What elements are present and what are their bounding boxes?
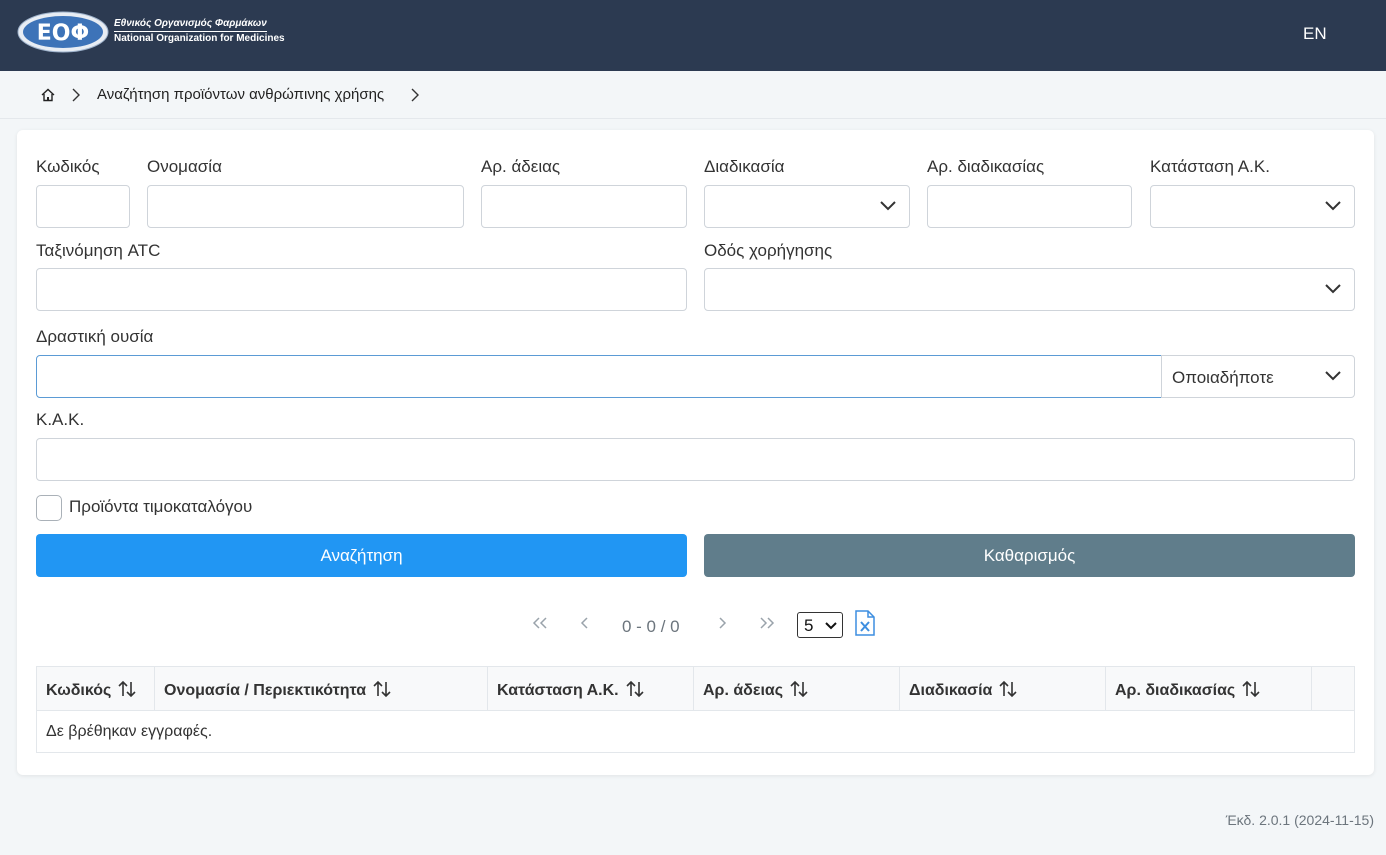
eof-logo[interactable]: ΕΟΦ <box>17 11 109 53</box>
substance-match-select[interactable]: Οποιαδήποτε <box>1161 355 1355 398</box>
ma-status-select[interactable] <box>1150 185 1355 228</box>
column-header-procedure[interactable]: Διαδικασία <box>900 667 1106 711</box>
mah-input-box[interactable] <box>37 439 1354 480</box>
substance-match-value: Οποιαδήποτε <box>1172 368 1274 387</box>
code-input-box[interactable] <box>37 186 129 227</box>
atc-input[interactable] <box>36 268 687 311</box>
page-size-value: 5 <box>804 616 814 635</box>
code-label: Κωδικός <box>36 157 100 176</box>
top-bar: ΕΟΦ Εθνικός Οργανισμός Φαρμάκων National… <box>0 0 1386 71</box>
procedure-label: Διαδικασία <box>704 157 785 176</box>
procedure-number-input-box[interactable] <box>928 186 1131 227</box>
sort-icon <box>626 680 644 698</box>
version-text: Έκδ. 2.0.1 (2024-11-15) <box>1225 812 1374 828</box>
chevron-down-icon <box>825 622 837 630</box>
excel-export-icon[interactable] <box>855 610 875 636</box>
name-input-box[interactable] <box>148 186 463 227</box>
atc-input-box[interactable] <box>37 269 686 310</box>
mah-label: Κ.Α.Κ. <box>36 410 85 429</box>
previous-page-icon[interactable] <box>576 616 594 630</box>
atc-label: Ταξινόμηση ATC <box>36 241 161 260</box>
sort-icon <box>790 680 808 698</box>
chevron-down-icon <box>1325 371 1341 381</box>
first-page-icon[interactable] <box>531 616 549 630</box>
procedure-number-label: Αρ. διαδικασίας <box>927 157 1045 176</box>
license-number-label: Αρ. άδειας <box>481 157 561 176</box>
active-substance-input-box[interactable] <box>37 356 1161 397</box>
org-name-greek: Εθνικός Οργανισμός Φαρμάκων <box>114 17 267 32</box>
name-label: Ονομασία <box>147 157 222 176</box>
last-page-icon[interactable] <box>758 616 776 630</box>
active-substance-input[interactable] <box>36 355 1162 398</box>
breadcrumb-current[interactable]: Αναζήτηση προϊόντων ανθρώπινης χρήσης <box>97 86 384 103</box>
name-input[interactable] <box>147 185 464 228</box>
chevron-right-icon <box>411 88 419 102</box>
sort-icon <box>1242 680 1260 698</box>
chevron-down-icon <box>880 201 896 211</box>
route-select[interactable] <box>704 268 1355 311</box>
breadcrumb: Αναζήτηση προϊόντων ανθρώπινης χρήσης <box>0 71 1386 119</box>
column-header-procedure-number[interactable]: Αρ. διαδικασίας <box>1106 667 1312 711</box>
procedure-select[interactable] <box>704 185 910 228</box>
sort-icon <box>118 680 136 698</box>
license-number-input[interactable] <box>481 185 687 228</box>
search-button[interactable]: Αναζήτηση <box>36 534 687 577</box>
home-icon[interactable] <box>40 87 56 103</box>
results-table: Κωδικός Ονομασία / Περιεκτικότητα Κατάστ… <box>36 666 1355 753</box>
procedure-number-input[interactable] <box>927 185 1132 228</box>
price-list-checkbox[interactable] <box>36 495 62 521</box>
column-header-name[interactable]: Ονομασία / Περιεκτικότητα <box>155 667 488 711</box>
chevron-down-icon <box>1325 284 1341 294</box>
pager-range: 0 - 0 / 0 <box>622 617 680 636</box>
sort-icon <box>373 680 391 698</box>
chevron-down-icon <box>1325 201 1341 211</box>
clear-button[interactable]: Καθαρισμός <box>704 534 1355 577</box>
logo-letters: ΕΟΦ <box>37 21 89 46</box>
empty-message: Δε βρέθηκαν εγγραφές. <box>46 723 213 740</box>
license-number-input-box[interactable] <box>482 186 686 227</box>
route-label: Οδός χορήγησης <box>704 241 833 260</box>
column-header-ma-status[interactable]: Κατάσταση Α.Κ. <box>488 667 694 711</box>
mah-input[interactable] <box>36 438 1355 481</box>
code-input[interactable] <box>36 185 130 228</box>
column-header-code[interactable]: Κωδικός <box>37 667 155 711</box>
org-name: Εθνικός Οργανισμός Φαρμάκων National Org… <box>114 17 285 45</box>
next-page-icon[interactable] <box>713 616 731 630</box>
sort-icon <box>999 680 1017 698</box>
page-size-select[interactable]: 5 <box>797 612 843 638</box>
table-header: Κωδικός Ονομασία / Περιεκτικότητα Κατάστ… <box>37 667 1354 711</box>
ma-status-label: Κατάσταση Α.Κ. <box>1150 157 1270 176</box>
price-list-label[interactable]: Προϊόντα τιμοκαταλόγου <box>69 497 252 517</box>
column-header-license-number[interactable]: Αρ. άδειας <box>694 667 900 711</box>
language-toggle[interactable]: EN <box>1303 24 1327 44</box>
chevron-right-icon <box>72 88 80 102</box>
active-substance-label: Δραστική ουσία <box>36 327 154 346</box>
org-name-english: National Organization for Medicines <box>114 33 285 44</box>
